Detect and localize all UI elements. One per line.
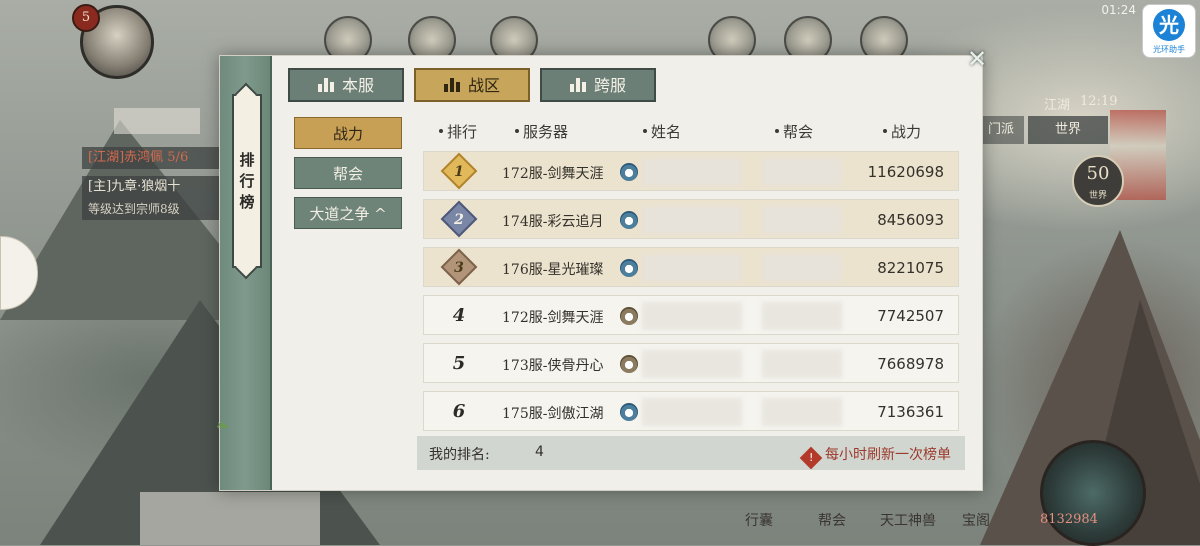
guild-name-redacted <box>762 158 842 186</box>
ranking-icon <box>569 78 586 92</box>
player-name-redacted <box>642 158 742 186</box>
rank-number: 3 <box>454 260 464 276</box>
player-name-redacted <box>642 302 742 330</box>
menu-guild[interactable]: 帮会 <box>818 510 846 530</box>
header-guild: 帮会 <box>775 121 813 142</box>
tab-cross-server[interactable]: 跨服 <box>540 68 656 102</box>
world-level-badge[interactable]: 50 世界 <box>1072 155 1124 207</box>
category-power[interactable]: 战力 <box>294 117 402 149</box>
power-value: 7136361 <box>877 403 944 421</box>
guild-name-redacted <box>762 206 842 234</box>
blurred-chat <box>140 492 320 545</box>
header-server: 服务器 <box>515 121 568 142</box>
power-value: 7668978 <box>877 355 944 373</box>
app-logo[interactable]: 光 光环助手 <box>1142 4 1196 58</box>
rank-number: 4 <box>452 305 466 326</box>
leaf-decoration: ❧ <box>216 416 230 435</box>
ranking-row[interactable]: 3 176服-星光璀璨 8221075 <box>423 247 959 287</box>
panel-title: 排行榜 <box>239 151 255 211</box>
quest-line-2[interactable]: [主]九章·狼烟十 <box>82 176 228 198</box>
status-time: 01:24 <box>1101 3 1136 17</box>
my-rank-label: 我的排名: <box>429 447 490 463</box>
logo-label: 光环助手 <box>1153 45 1185 54</box>
faction-icon <box>620 307 638 325</box>
guild-name-redacted <box>762 254 842 282</box>
category-guild[interactable]: 帮会 <box>294 157 402 189</box>
tab-server[interactable]: 本服 <box>288 68 404 102</box>
menu-treasure[interactable]: 宝阁 <box>962 510 990 530</box>
ranking-row[interactable]: 2 174服-彩云追月 8456093 <box>423 199 959 239</box>
server-name: 172服-剑舞天涯 <box>502 310 604 326</box>
player-name-redacted <box>642 206 742 234</box>
title-scroll: 排行榜 <box>232 94 262 268</box>
my-rank-value: 4 <box>535 444 544 460</box>
panel-side-strip: 排行榜 ❧ <box>216 56 272 490</box>
header-rank: 排行 <box>439 121 477 142</box>
player-name-redacted <box>642 350 742 378</box>
quest-line-3[interactable]: 等级达到宗师8级 <box>82 198 228 220</box>
power-value: 8221075 <box>877 259 944 277</box>
player-name-redacted <box>642 254 742 282</box>
blurred-banner <box>114 108 200 134</box>
header-power: 战力 <box>883 121 921 142</box>
quest-line-1[interactable]: [江湖]赤鸿佩 5/6 <box>82 147 228 169</box>
faction-icon <box>620 163 638 181</box>
refresh-note: ! 每小时刷新一次榜单 <box>799 444 951 470</box>
player-level-badge: 5 <box>72 4 100 32</box>
rank-number: 5 <box>452 353 466 374</box>
ranking-row[interactable]: 6 175服-剑傲江湖 7136361 <box>423 391 959 431</box>
ranking-row[interactable]: 5 173服-侠骨丹心 7668978 <box>423 343 959 383</box>
power-value: 7742507 <box>877 307 944 325</box>
faction-icon <box>620 259 638 277</box>
menu-beast[interactable]: 天工神兽 <box>880 510 936 530</box>
server-name: 173服-侠骨丹心 <box>502 358 604 374</box>
faction-icon <box>620 403 638 421</box>
server-name: 172服-剑舞天涯 <box>502 166 604 182</box>
player-power: 8132984 <box>1040 512 1098 527</box>
rank-number: 6 <box>452 401 466 422</box>
header-name: 姓名 <box>643 121 681 142</box>
logo-char: 光 <box>1153 9 1185 41</box>
ranking-icon <box>443 78 460 92</box>
server-name: 175服-剑傲江湖 <box>502 406 604 422</box>
rank-number: 2 <box>454 212 464 228</box>
ranking-icon <box>317 78 334 92</box>
guild-name-redacted <box>762 398 842 426</box>
rank-number: 1 <box>454 164 464 180</box>
power-value: 11620698 <box>867 163 944 181</box>
map-region: 江湖 <box>1044 98 1071 113</box>
meditation-button[interactable] <box>1040 440 1146 546</box>
map-time: 12:19 <box>1080 94 1118 109</box>
menu-bag[interactable]: 行囊 <box>745 510 773 530</box>
my-rank-footer: 我的排名: 4 ! 每小时刷新一次榜单 <box>417 436 965 470</box>
player-name-redacted <box>642 398 742 426</box>
ranking-row[interactable]: 4 172服-剑舞天涯 7742507 <box>423 295 959 335</box>
power-value: 8456093 <box>877 211 944 229</box>
warning-icon: ! <box>799 446 823 470</box>
faction-icon <box>620 355 638 373</box>
table-header: 排行 服务器 姓名 帮会 战力 <box>417 118 965 144</box>
guild-name-redacted <box>762 350 842 378</box>
leaderboard-panel: 排行榜 ❧ 本服 战区 跨服 ✕ 战力 帮会 大道之争 ^ 排行 服务器 姓名 … <box>216 46 987 491</box>
server-name: 174服-彩云追月 <box>502 214 604 230</box>
server-name: 176服-星光璀璨 <box>502 262 604 278</box>
world-button[interactable]: 世界 <box>1028 116 1108 144</box>
tab-war-zone[interactable]: 战区 <box>414 68 530 102</box>
ranking-row[interactable]: 1 172服-剑舞天涯 11620698 <box>423 151 959 191</box>
guild-name-redacted <box>762 302 842 330</box>
faction-icon <box>620 211 638 229</box>
close-icon[interactable]: ✕ <box>964 46 990 72</box>
sect-button[interactable]: 门派 <box>978 116 1024 144</box>
category-dao-contest[interactable]: 大道之争 ^ <box>294 197 402 229</box>
